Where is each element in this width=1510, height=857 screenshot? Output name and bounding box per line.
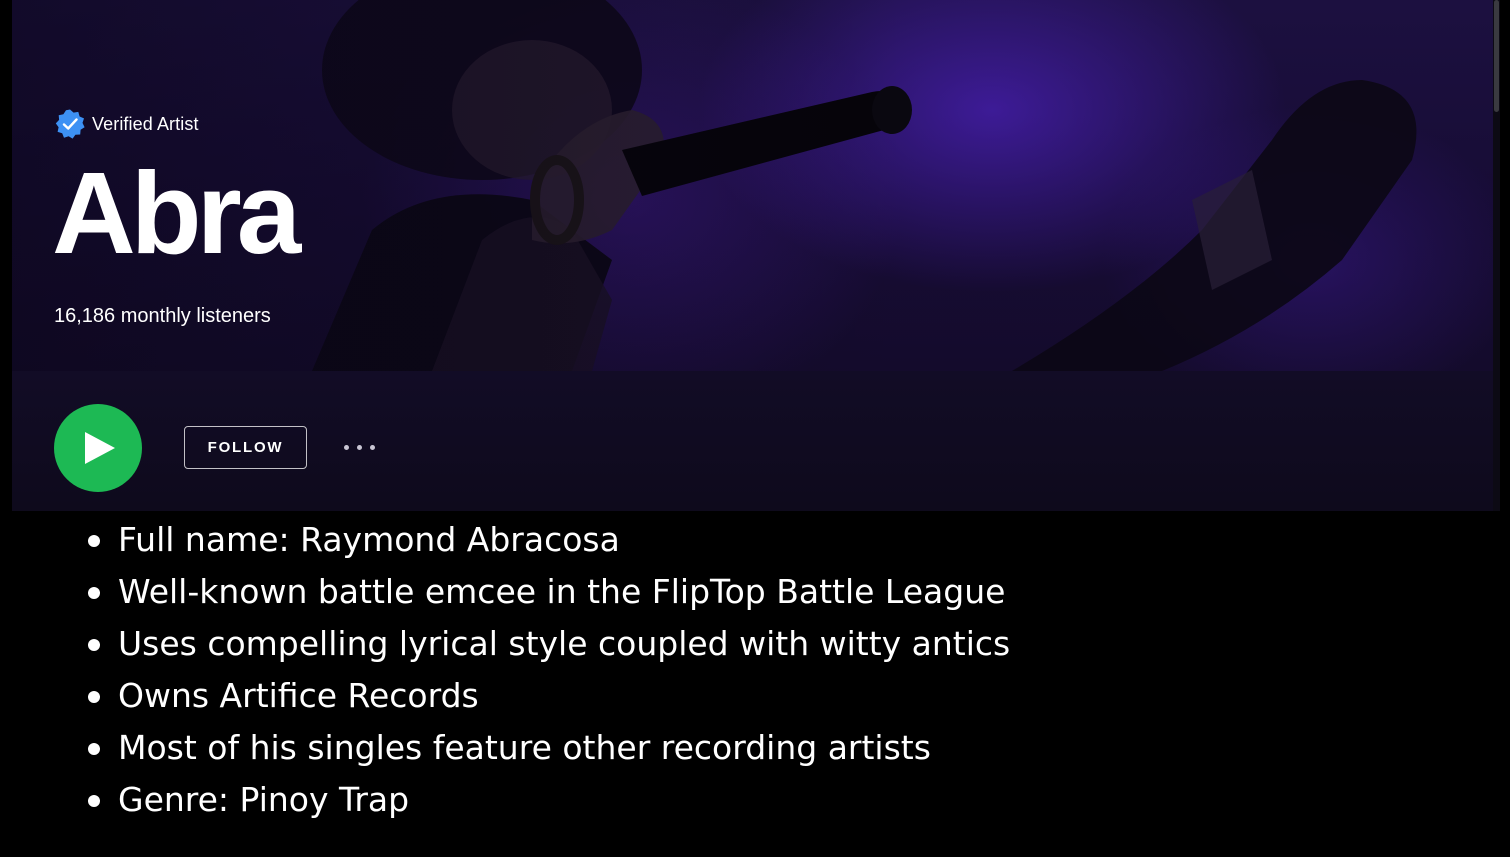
artist-action-bar: FOLLOW [12, 371, 1500, 511]
play-button[interactable] [54, 404, 142, 492]
bullet-icon [88, 795, 100, 807]
verified-artist-label: Verified Artist [92, 113, 199, 134]
follow-button[interactable]: FOLLOW [184, 426, 307, 469]
more-dot [344, 445, 349, 450]
fact-text: Full name: Raymond Abracosa [118, 520, 620, 559]
scrollbar-thumb[interactable] [1494, 0, 1499, 112]
bullet-icon [88, 535, 100, 547]
list-item: Well-known battle emcee in the FlipTop B… [82, 564, 1010, 616]
list-item: Genre: Pinoy Trap [82, 772, 1010, 824]
fact-text: Owns Artifice Records [118, 676, 479, 715]
fact-text: Well-known battle emcee in the FlipTop B… [118, 572, 1006, 611]
artist-hero-image: Verified Artist Abra 16,186 monthly list… [12, 0, 1500, 371]
bullet-icon [88, 639, 100, 651]
list-item: Most of his singles feature other record… [82, 720, 1010, 772]
artist-name: Abra [52, 148, 301, 278]
window-edge [1500, 0, 1510, 857]
fact-text: Uses compelling lyrical style coupled wi… [118, 624, 1011, 663]
artist-facts-list: Full name: Raymond Abracosa Well-known b… [82, 512, 1010, 824]
verified-artist-row: Verified Artist [54, 108, 199, 140]
verified-badge-icon [55, 109, 85, 139]
bullet-icon [88, 743, 100, 755]
fact-text: Genre: Pinoy Trap [118, 780, 410, 819]
list-item: Uses compelling lyrical style coupled wi… [82, 616, 1010, 668]
fact-text: Most of his singles feature other record… [118, 728, 931, 767]
bullet-icon [88, 691, 100, 703]
more-dot [357, 445, 362, 450]
artist-header: Verified Artist Abra 16,186 monthly list… [12, 0, 1500, 511]
list-item: Owns Artifice Records [82, 668, 1010, 720]
bullet-icon [88, 587, 100, 599]
more-dot [370, 445, 375, 450]
list-item: Full name: Raymond Abracosa [82, 512, 1010, 564]
monthly-listeners: 16,186 monthly listeners [54, 305, 271, 327]
play-icon [85, 432, 115, 464]
more-options-icon[interactable] [338, 435, 384, 459]
